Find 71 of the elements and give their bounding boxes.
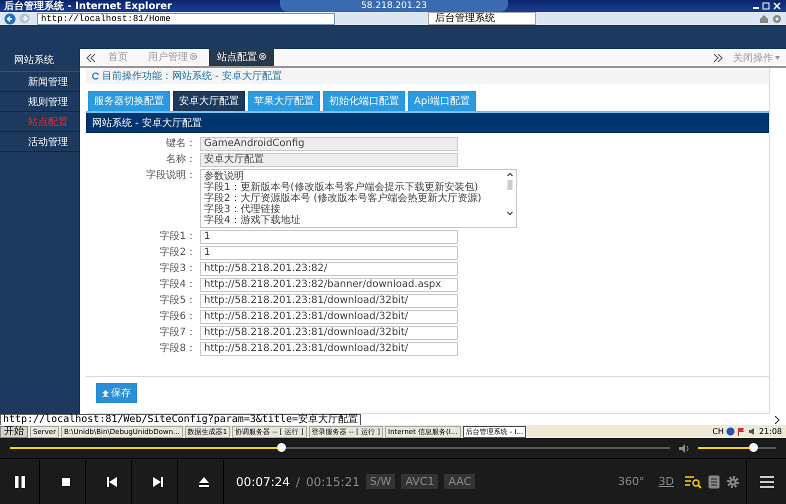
help-icon[interactable] xyxy=(726,427,735,436)
config-tab[interactable]: 安卓大厅配置 xyxy=(173,91,245,111)
speaker-icon[interactable] xyxy=(748,427,757,436)
codec-badge: AVC1 xyxy=(401,474,438,489)
window-title: 后台管理系统 - Internet Explorer xyxy=(4,0,172,13)
settings-icon[interactable] xyxy=(772,14,782,24)
chevron-right-icon xyxy=(774,416,780,424)
text-field[interactable]: http://58.218.201.23:81/download/32bit/ xyxy=(200,294,458,308)
caret-icon xyxy=(775,56,780,60)
field-label: 字段7： xyxy=(158,326,197,339)
upload-icon xyxy=(102,390,109,396)
360-mode-button[interactable]: 360° xyxy=(614,475,649,488)
start-button[interactable]: 开始 xyxy=(0,426,28,438)
remote-host-bar: 58.218.201.23 xyxy=(280,0,508,12)
field-label: 字段1： xyxy=(158,230,197,243)
3d-mode-button[interactable]: 3D xyxy=(654,475,678,488)
time-separator: / xyxy=(296,474,300,488)
codec-badge: AAC xyxy=(444,474,476,489)
language-indicator[interactable]: CH xyxy=(712,427,724,436)
pause-icon xyxy=(14,474,26,488)
scrollbar-icon[interactable] xyxy=(506,171,514,217)
address-field[interactable]: http://localhost:81/Home xyxy=(37,12,335,24)
previous-icon xyxy=(106,476,118,488)
section-header: 网站系统 - 安卓大厅配置 xyxy=(86,111,769,133)
text-field[interactable]: http://58.218.201.23:82/ xyxy=(200,262,458,276)
field-label: 字段2： xyxy=(158,246,197,259)
field-label: 字段4： xyxy=(158,278,197,291)
description-line: 字段1：更新版本号(修改版本号客户端会提示下载更新安装包) xyxy=(204,182,480,193)
document-icon[interactable] xyxy=(708,474,720,488)
menu-icon xyxy=(760,476,774,488)
field-label: 字段3： xyxy=(158,262,197,275)
next-icon xyxy=(152,476,164,488)
status-url: http://localhost:81/Web/SiteConfig?param=3&title=安卓大厅配置 xyxy=(0,414,362,426)
field-label: 字段说明： xyxy=(145,169,197,182)
field-label: 字段5： xyxy=(158,294,197,307)
description-line: 字段4：游戏下载地址 xyxy=(204,215,302,226)
elapsed-time: 00:07:24 xyxy=(236,474,290,488)
scroll-left-icon[interactable] xyxy=(86,54,96,62)
browser-tab[interactable]: 后台管理系统 xyxy=(428,12,536,25)
description-line: 参数说明 xyxy=(204,171,245,182)
speaker-icon[interactable] xyxy=(678,442,690,454)
back-icon[interactable] xyxy=(4,12,16,24)
playlist-search-icon[interactable] xyxy=(684,474,702,488)
flag-icon[interactable] xyxy=(736,427,746,436)
eject-icon xyxy=(198,476,210,488)
text-field[interactable]: 1 xyxy=(200,246,458,260)
refresh-icon xyxy=(92,72,100,80)
duration-time: 00:15:21 xyxy=(306,474,360,488)
scroll-right-icon[interactable] xyxy=(713,54,723,62)
description-field[interactable]: 参数说明 字段1：更新版本号(修改版本号客户端会提示下载更新安装包) 字段2：大厅资源版本号 (修改版本号客户端会热更新大厅资源) 字段3：代理链接 字段4：游戏下载地址 xyxy=(200,169,517,228)
description-line: 字段3：代理链接 xyxy=(204,204,280,215)
description-line: 字段2：大厅资源版本号 (修改版本号客户端会热更新大厅资源) xyxy=(204,193,482,204)
clock: 21:08 xyxy=(758,427,782,436)
save-button[interactable]: 保存 xyxy=(96,383,137,403)
page-tab[interactable]: 站点配置 xyxy=(209,49,274,66)
text-field[interactable]: http://58.218.201.23:81/download/32bit/ xyxy=(200,310,458,324)
stop-icon xyxy=(60,476,70,486)
text-field[interactable]: http://58.218.201.23:81/download/32bit/ xyxy=(200,326,458,340)
text-field[interactable]: 安卓大厅配置 xyxy=(200,153,458,167)
field-label: 名称： xyxy=(165,153,197,166)
window-controls-icon[interactable] xyxy=(752,2,782,10)
field-label: 字段6： xyxy=(158,310,197,323)
settings-icon[interactable] xyxy=(726,474,740,488)
field-label: 键名： xyxy=(165,137,197,150)
text-field[interactable]: http://58.218.201.23:81/download/32bit/ xyxy=(200,342,458,356)
text-field[interactable]: http://58.218.201.23:82/banner/download.aspx xyxy=(200,278,458,292)
text-field[interactable]: 1 xyxy=(200,230,458,244)
codec-badge: S/W xyxy=(366,474,396,489)
text-field[interactable]: GameAndroidConfig xyxy=(200,137,458,151)
breadcrumb: 目前操作功能：网站系统 - 安卓大厅配置 xyxy=(102,70,282,83)
field-label: 字段8： xyxy=(158,342,197,355)
